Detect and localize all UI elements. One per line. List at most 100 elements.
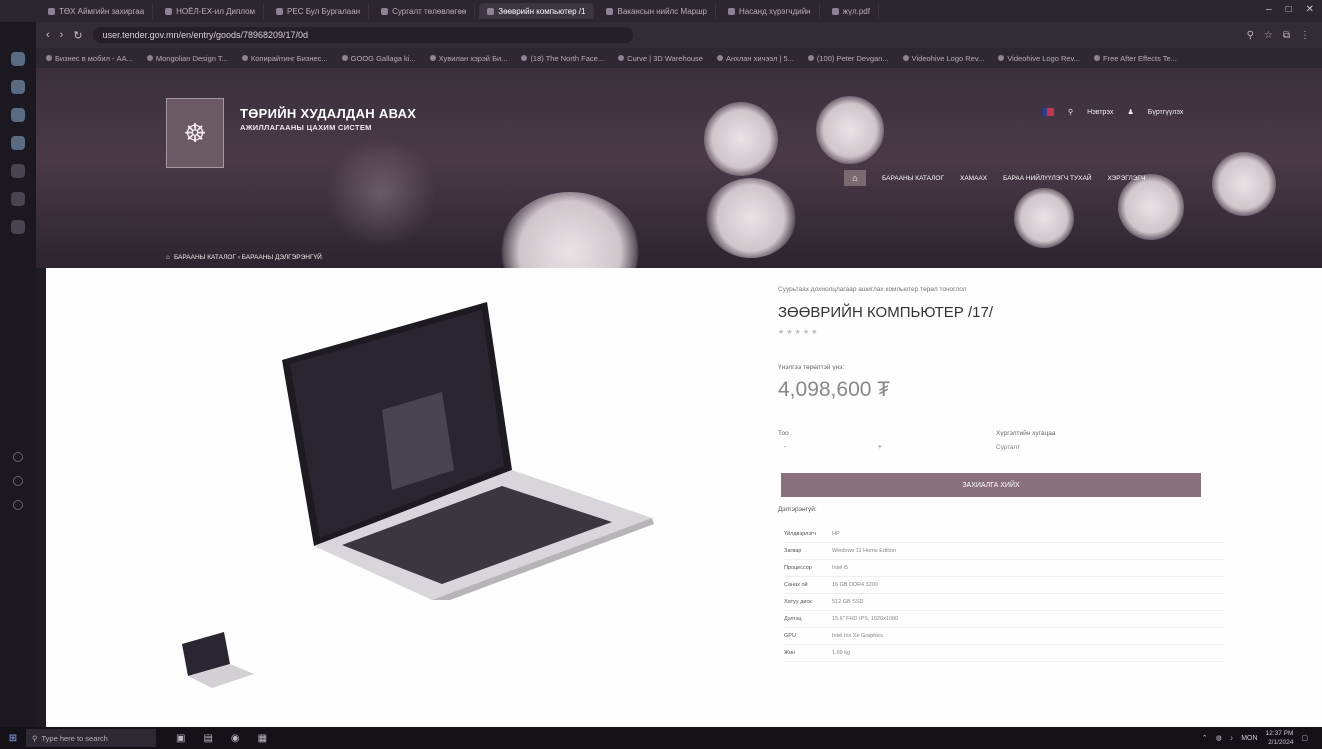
delivery-select[interactable]: Сургалт bbox=[996, 444, 1020, 451]
menu-icon[interactable]: ⋮ bbox=[1300, 30, 1310, 41]
register-link[interactable]: Бүртгүүлэх bbox=[1148, 109, 1184, 116]
bookmark-favicon-icon bbox=[341, 55, 348, 61]
spec-row: Хатуу диск 512 GB SSD bbox=[784, 594, 1224, 611]
bookmark-item[interactable]: (18) The North Face... bbox=[521, 54, 604, 63]
quantity-decrement[interactable]: - bbox=[784, 444, 786, 460]
bokeh-light bbox=[326, 138, 436, 248]
spec-value: Windows 11 Home Edition bbox=[832, 548, 897, 554]
rail-whatsapp-icon[interactable] bbox=[11, 108, 25, 122]
quantity-stepper[interactable]: - + bbox=[778, 444, 888, 460]
delivery-label: Хүргэлтийн хугацаа bbox=[996, 430, 1056, 437]
tab-label: ТӨХ Аймгийн захиргаа bbox=[59, 6, 145, 16]
forward-icon[interactable]: › bbox=[60, 29, 64, 41]
window-controls: – □ ✕ bbox=[1266, 4, 1314, 15]
clock[interactable]: 12:37 PM 2/1/2024 bbox=[1266, 729, 1294, 747]
spec-key: Загвар bbox=[784, 548, 802, 554]
tab-favicon-icon bbox=[48, 7, 55, 15]
rail-clock-icon[interactable] bbox=[13, 476, 23, 486]
bookmark-item[interactable]: Videohive Logo Rev... bbox=[998, 54, 1080, 63]
browser-tab[interactable]: Сургалт төлөвлөгөө bbox=[373, 3, 476, 19]
task-view-icon[interactable]: ▣ bbox=[176, 733, 185, 744]
browser-tab[interactable]: Насанд хүрэгчдийн bbox=[720, 3, 820, 19]
rail-telegram-icon[interactable] bbox=[11, 136, 25, 150]
extensions-icon[interactable]: ⧉ bbox=[1283, 30, 1290, 41]
rating-stars[interactable]: ★★★★★ bbox=[778, 328, 819, 336]
bookmark-item[interactable]: Mongolian Design T... bbox=[146, 54, 228, 63]
tray-chevron-icon[interactable]: ⌃ bbox=[1202, 734, 1208, 742]
spec-row: Санах ой 16 GB DDR4 3200 bbox=[784, 577, 1224, 594]
app-icon[interactable]: ▦ bbox=[258, 733, 267, 744]
nav-suppliers[interactable]: БАРАА НИЙЛҮҮЛЭГЧ ТУХАЙ bbox=[1003, 175, 1091, 182]
nav-catalog[interactable]: БАРААНЫ КАТАЛОГ bbox=[882, 175, 944, 182]
rail-notes-icon[interactable] bbox=[11, 220, 25, 234]
taskbar-search[interactable]: ⚲ Type here to search bbox=[26, 729, 156, 747]
language-indicator[interactable]: MON bbox=[1241, 735, 1257, 742]
browser-tab[interactable]: Зөөврийн компьютер /1 bbox=[479, 3, 595, 19]
home-icon[interactable]: ⌂ bbox=[844, 170, 866, 186]
bookmark-item[interactable]: Хувилан хэрэй Би... bbox=[429, 54, 507, 63]
tab-label: Насанд хүрэгчдийн bbox=[738, 6, 811, 16]
rail-settings-icon[interactable] bbox=[13, 500, 23, 510]
home-icon[interactable]: ⌂ bbox=[166, 254, 170, 261]
product-image[interactable] bbox=[272, 300, 672, 600]
reload-icon[interactable]: ↻ bbox=[73, 29, 82, 42]
tab-favicon-icon bbox=[276, 7, 284, 15]
browser-tab[interactable]: Вакансын нийлс Маршр bbox=[598, 3, 716, 19]
close-icon[interactable]: ✕ bbox=[1306, 4, 1314, 15]
language-flag-icon[interactable] bbox=[1042, 108, 1054, 116]
maximize-icon[interactable]: □ bbox=[1286, 4, 1292, 15]
volume-icon[interactable]: ♪ bbox=[1230, 735, 1234, 742]
bookmark-favicon-icon bbox=[429, 55, 436, 61]
nav-about[interactable]: ХАМААХ bbox=[960, 175, 987, 182]
bookmark-favicon-icon bbox=[46, 55, 52, 61]
breadcrumb-text[interactable]: БАРААНЫ КАТАЛОГ › БАРААНЫ ДЭЛГЭРЭНГҮЙ bbox=[174, 254, 322, 261]
taskbar: ⊞ ⚲ Type here to search ▣ ▤ ◉ ▦ ⌃ ◍ ♪ MO… bbox=[0, 727, 1322, 749]
rail-history-icon[interactable] bbox=[13, 452, 23, 462]
bookmark-label: GOOG Gallagа ki... bbox=[350, 53, 416, 63]
soyombo-logo[interactable]: ☸ bbox=[166, 98, 224, 168]
network-icon[interactable]: ◍ bbox=[1216, 734, 1222, 742]
bookmark-item[interactable]: Анхлан хичээл | 5... bbox=[716, 53, 794, 63]
quantity-increment[interactable]: + bbox=[878, 444, 882, 460]
bookmark-item[interactable]: Curve | 3D Warehouse bbox=[618, 54, 703, 63]
product-category[interactable]: Суурьтаах дохиолцлагаар ашиглах компьюте… bbox=[778, 286, 967, 293]
product-thumbnail[interactable] bbox=[178, 630, 258, 690]
bookmark-item[interactable]: Videohive Logo Rev... bbox=[902, 54, 984, 63]
bookmark-item[interactable]: GOOG Gallagа ki... bbox=[341, 53, 416, 63]
star-icon[interactable]: ☆ bbox=[1264, 30, 1273, 41]
back-icon[interactable]: ‹ bbox=[46, 29, 50, 41]
sidebar-rail bbox=[0, 22, 36, 727]
browser-tabbar: ТӨХ Аймгийн захиргаа НОЁЛ-ЕХ-ил Диплом РЕС… bbox=[0, 0, 1322, 22]
bookmark-item[interactable]: Бизнес в мобил - АА... bbox=[46, 54, 133, 63]
bookmark-item[interactable]: Free After Effects Te... bbox=[1094, 54, 1177, 63]
browser-tab[interactable]: РЕС Бул Бургалаан bbox=[268, 3, 370, 19]
windows-start-icon[interactable]: ⊞ bbox=[0, 733, 26, 744]
rail-mail-icon[interactable] bbox=[11, 164, 25, 178]
browser-icon[interactable]: ◉ bbox=[231, 733, 240, 744]
bookmark-label: Бизнес в мобил - АА... bbox=[55, 53, 133, 63]
file-explorer-icon[interactable]: ▤ bbox=[203, 733, 212, 744]
browser-tab[interactable]: НОЁЛ-ЕХ-ил Диплом bbox=[157, 3, 265, 19]
rail-app-icon[interactable] bbox=[11, 52, 25, 66]
url-field[interactable]: user.tender.gov.mn/en/entry/goods/789682… bbox=[92, 27, 633, 43]
bookmark-item[interactable]: Копирайтинг Бизнеc... bbox=[241, 54, 328, 63]
site-header: ☸ ТӨРИЙН ХУДАЛДАН АВАХ АЖИЛЛАГААНЫ ЦАХИМ… bbox=[36, 68, 1322, 268]
bookmark-label: Анхлан хичээл | 5... bbox=[725, 53, 794, 63]
search-icon[interactable]: ⚲ bbox=[1247, 30, 1254, 41]
rail-messenger-icon[interactable] bbox=[11, 80, 25, 94]
order-button[interactable]: ЗАХИАЛГА ХИЙХ bbox=[781, 473, 1201, 497]
login-link[interactable]: Нэвтрэх bbox=[1087, 109, 1113, 116]
bookmark-favicon-icon bbox=[241, 55, 248, 61]
spec-row: Жин 1.69 kg bbox=[784, 645, 1224, 662]
browser-tab[interactable]: ТӨХ Аймгийн захиргаа bbox=[40, 3, 154, 19]
notifications-icon[interactable]: ▢ bbox=[1301, 734, 1308, 742]
bookmark-item[interactable]: (100) Peter Devgan... bbox=[807, 54, 889, 63]
nav-users[interactable]: ХЭРЭГЛЭГЧ bbox=[1108, 175, 1146, 182]
spec-key: Үйлдвэрлэгч bbox=[784, 531, 817, 537]
rail-calendar-icon[interactable] bbox=[11, 192, 25, 206]
search-icon[interactable]: ⚲ bbox=[1068, 108, 1073, 116]
minimize-icon[interactable]: – bbox=[1266, 4, 1272, 15]
browser-tab[interactable]: жүл.pdf bbox=[824, 3, 879, 19]
bokeh-light bbox=[1014, 188, 1074, 248]
tab-favicon-icon bbox=[727, 7, 735, 15]
